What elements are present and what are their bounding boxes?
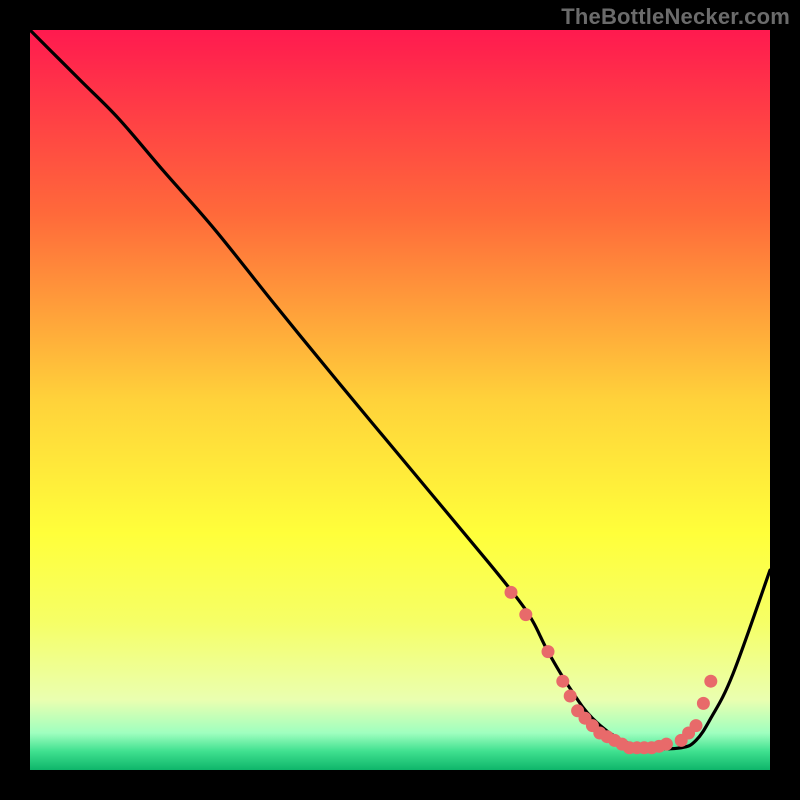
highlight-point [690,719,703,732]
highlight-point [542,645,555,658]
highlight-point [505,586,518,599]
highlight-point [660,738,673,751]
highlight-point [697,697,710,710]
chart-stage: TheBottleNecker.com [0,0,800,800]
highlight-point [519,608,532,621]
plot-background [30,30,770,770]
highlight-point [564,690,577,703]
chart-canvas [0,0,800,800]
highlight-point [556,675,569,688]
highlight-point [704,675,717,688]
